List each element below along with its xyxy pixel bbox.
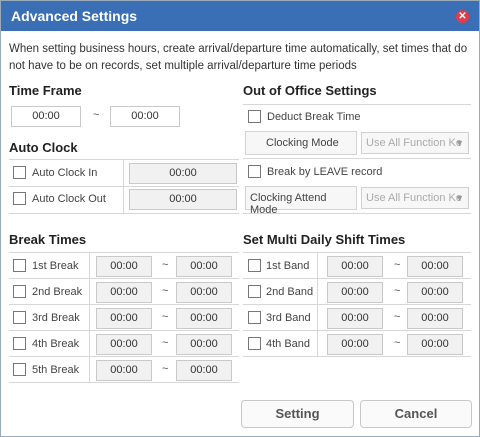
break-5-label: 5th Break <box>32 364 80 376</box>
divider <box>9 278 239 279</box>
divider <box>243 278 471 279</box>
band-2-end[interactable]: 00:00 <box>407 282 463 303</box>
band-3-separator: ~ <box>394 311 401 323</box>
band-1-end[interactable]: 00:00 <box>407 256 463 277</box>
divider <box>243 304 471 305</box>
break-2-end[interactable]: 00:00 <box>176 282 232 303</box>
break-1-checkbox[interactable] <box>13 259 26 272</box>
break-4-separator: ~ <box>162 337 169 349</box>
break-leave-label: Break by LEAVE record <box>267 166 383 178</box>
band-1-separator: ~ <box>394 259 401 271</box>
divider <box>243 356 471 357</box>
dialog-title: Advanced Settings <box>11 8 138 24</box>
break-4-start[interactable]: 00:00 <box>96 334 152 355</box>
break-1-end[interactable]: 00:00 <box>176 256 232 277</box>
band-2-label: 2nd Band <box>266 286 314 298</box>
chevron-down-icon: ▼ <box>455 193 464 203</box>
break-3-label: 3rd Break <box>32 312 80 324</box>
deduct-break-label: Deduct Break Time <box>267 111 361 123</box>
break-1-separator: ~ <box>162 259 169 271</box>
divider <box>9 356 239 357</box>
band-4-end[interactable]: 00:00 <box>407 334 463 355</box>
clocking-mode-select[interactable]: Use All Function Ke ▼ <box>361 132 469 154</box>
divider <box>9 382 239 383</box>
break-leave-checkbox[interactable] <box>248 165 261 178</box>
auto-clock-in-checkbox[interactable] <box>13 166 26 179</box>
divider <box>243 213 471 214</box>
time-frame-start-input[interactable]: 00:00 <box>11 106 81 127</box>
auto-clock-out-checkbox[interactable] <box>13 192 26 205</box>
band-3-end[interactable]: 00:00 <box>407 308 463 329</box>
divider <box>9 159 239 160</box>
title-bar: Advanced Settings ✕ <box>1 1 479 31</box>
break-4-label: 4th Break <box>32 338 80 350</box>
time-frame-separator: ~ <box>93 109 100 121</box>
break-5-separator: ~ <box>162 363 169 375</box>
break-5-start[interactable]: 00:00 <box>96 360 152 381</box>
auto-clock-out-label: Auto Clock Out <box>32 193 106 205</box>
divider <box>89 252 90 382</box>
divider <box>9 186 239 187</box>
band-1-checkbox[interactable] <box>248 259 261 272</box>
auto-clock-heading: Auto Clock <box>9 140 78 155</box>
time-frame-heading: Time Frame <box>9 83 82 98</box>
divider <box>9 330 239 331</box>
band-2-start[interactable]: 00:00 <box>327 282 383 303</box>
close-icon[interactable]: ✕ <box>456 10 469 23</box>
break-2-separator: ~ <box>162 285 169 297</box>
band-4-label: 4th Band <box>266 338 311 350</box>
time-frame-end-input[interactable]: 00:00 <box>110 106 180 127</box>
band-4-start[interactable]: 00:00 <box>327 334 383 355</box>
divider <box>9 213 239 214</box>
cancel-button[interactable]: Cancel <box>360 400 472 428</box>
band-2-checkbox[interactable] <box>248 285 261 298</box>
chevron-down-icon: ▼ <box>455 138 464 148</box>
band-1-label: 1st Band <box>266 260 310 272</box>
break-3-separator: ~ <box>162 311 169 323</box>
break-4-checkbox[interactable] <box>13 337 26 350</box>
band-1-start[interactable]: 00:00 <box>327 256 383 277</box>
band-3-checkbox[interactable] <box>248 311 261 324</box>
band-4-separator: ~ <box>394 337 401 349</box>
deduct-break-checkbox[interactable] <box>248 110 261 123</box>
auto-clock-out-time[interactable]: 00:00 <box>129 189 237 210</box>
clocking-mode-label-cell: Clocking Mode <box>245 131 357 155</box>
advanced-settings-dialog: Advanced Settings ✕ When setting busines… <box>0 0 480 437</box>
setting-button[interactable]: Setting <box>241 400 354 428</box>
break-times-heading: Break Times <box>9 232 87 247</box>
shift-times-heading: Set Multi Daily Shift Times <box>243 232 406 247</box>
attend-mode-value: Use All Function Ke <box>366 192 462 204</box>
break-4-end[interactable]: 00:00 <box>176 334 232 355</box>
divider <box>243 330 471 331</box>
band-3-start[interactable]: 00:00 <box>327 308 383 329</box>
out-of-office-heading: Out of Office Settings <box>243 83 377 98</box>
break-2-label: 2nd Break <box>32 286 83 298</box>
attend-mode-select[interactable]: Use All Function Ke ▼ <box>361 187 469 209</box>
break-2-checkbox[interactable] <box>13 285 26 298</box>
description-text: When setting business hours, create arri… <box>9 43 468 72</box>
clocking-mode-label: Clocking Mode <box>266 137 339 149</box>
attend-mode-label-cell: Clocking Attend Mode <box>245 186 357 216</box>
break-1-start[interactable]: 00:00 <box>96 256 152 277</box>
clocking-mode-value: Use All Function Ke <box>366 137 462 149</box>
break-5-checkbox[interactable] <box>13 363 26 376</box>
divider <box>243 252 471 253</box>
band-2-separator: ~ <box>394 285 401 297</box>
auto-clock-in-label: Auto Clock In <box>32 167 98 179</box>
break-3-start[interactable]: 00:00 <box>96 308 152 329</box>
band-3-label: 3rd Band <box>266 312 311 324</box>
break-5-end[interactable]: 00:00 <box>176 360 232 381</box>
auto-clock-in-time[interactable]: 00:00 <box>129 163 237 184</box>
divider <box>243 158 471 159</box>
divider <box>9 252 239 253</box>
band-4-checkbox[interactable] <box>248 337 261 350</box>
divider <box>243 104 471 105</box>
break-3-end[interactable]: 00:00 <box>176 308 232 329</box>
break-2-start[interactable]: 00:00 <box>96 282 152 303</box>
break-1-label: 1st Break <box>32 260 79 272</box>
break-3-checkbox[interactable] <box>13 311 26 324</box>
divider <box>9 304 239 305</box>
